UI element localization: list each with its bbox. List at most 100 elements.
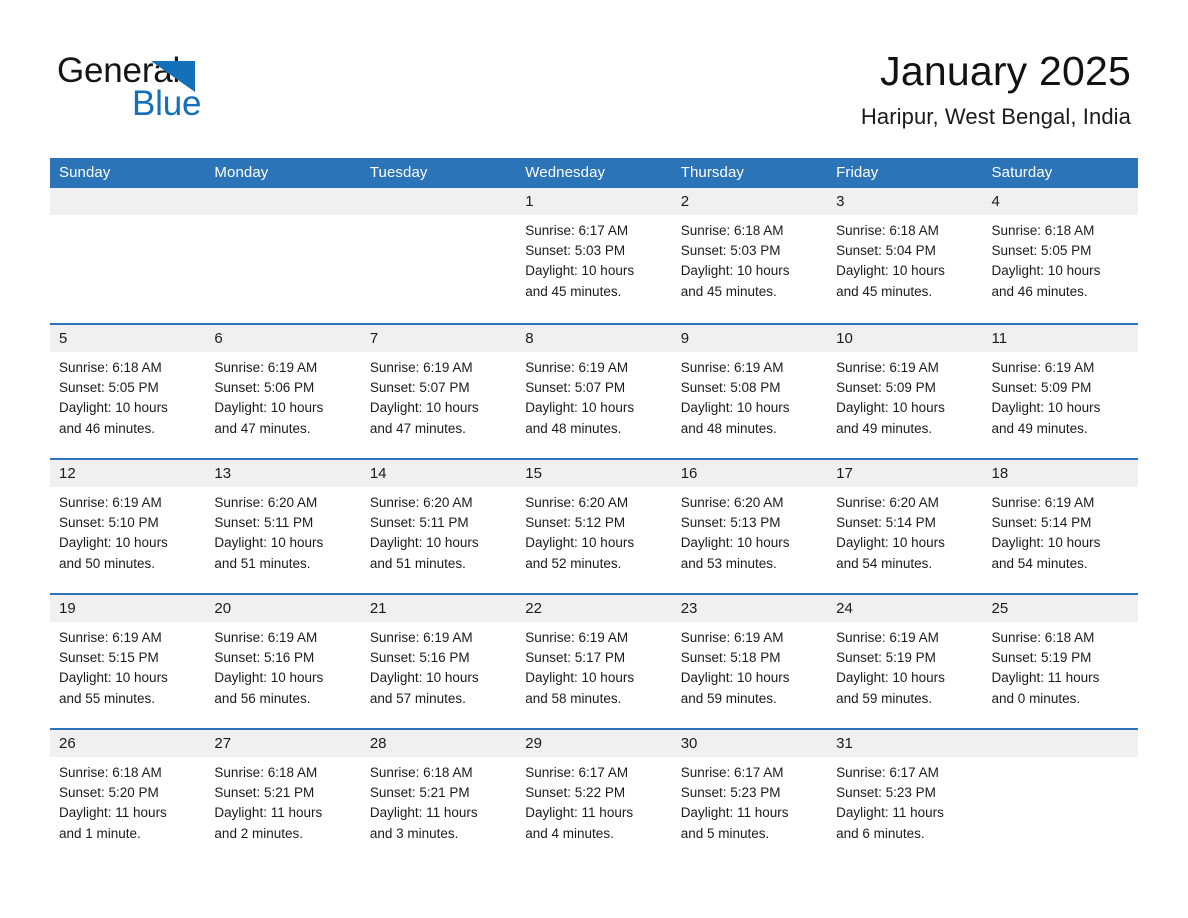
logo-text-blue: Blue bbox=[132, 84, 202, 123]
calendar-day-cell[interactable]: 30 Sunrise: 6:17 AM Sunset: 5:23 PM Dayligh… bbox=[671, 730, 828, 863]
calendar-day-cell[interactable]: 11 Sunrise: 6:19 AM Sunset: 5:09 PM Dayligh… bbox=[982, 325, 1138, 458]
calendar-week-row: 5 Sunrise: 6:18 AM Sunset: 5:05 PM Daylight… bbox=[50, 323, 1138, 458]
day-number-band: 7 bbox=[360, 325, 517, 352]
calendar-day-cell[interactable]: 16 Sunrise: 6:20 AM Sunset: 5:13 PM Dayligh… bbox=[671, 460, 828, 593]
day-number: 1 bbox=[525, 193, 534, 210]
day-number: 16 bbox=[680, 465, 698, 482]
calendar-day-cell[interactable]: 21 Sunrise: 6:19 AM Sunset: 5:16 PM Dayligh… bbox=[360, 595, 517, 728]
day-detail-line: and 53 minutes. bbox=[680, 555, 777, 571]
calendar-day-cell[interactable]: 4 Sunrise: 6:18 AM Sunset: 5:05 PM Daylight… bbox=[982, 188, 1138, 323]
day-detail-line: Daylight: 11 hours bbox=[59, 805, 167, 821]
day-detail-line: and 4 minutes. bbox=[525, 825, 614, 841]
day-detail-line: Sunset: 5:09 PM bbox=[991, 380, 1092, 396]
day-details: Sunrise: 6:19 AM Sunset: 5:09 PM Daylight:… bbox=[827, 352, 982, 439]
day-detail-line: Sunset: 5:10 PM bbox=[59, 515, 159, 531]
day-detail-line: Sunset: 5:08 PM bbox=[680, 380, 781, 396]
calendar-day-cell[interactable]: 29 Sunrise: 6:17 AM Sunset: 5:22 PM Dayligh… bbox=[516, 730, 672, 863]
calendar-day-cell[interactable]: 24 Sunrise: 6:19 AM Sunset: 5:19 PM Dayligh… bbox=[827, 595, 983, 728]
day-number-band: 8 bbox=[516, 325, 672, 352]
day-detail-line: Sunrise: 6:17 AM bbox=[680, 765, 784, 780]
day-detail-line: Sunset: 5:07 PM bbox=[525, 380, 626, 396]
calendar-day-cell[interactable]: 26 Sunrise: 6:18 AM Sunset: 5:20 PM Dayligh… bbox=[50, 730, 206, 863]
calendar-empty-cell bbox=[205, 188, 361, 323]
day-number-band: 17 bbox=[827, 460, 983, 487]
weekday-header-sunday: Sunday bbox=[59, 164, 111, 181]
calendar-day-cell[interactable]: 19 Sunrise: 6:19 AM Sunset: 5:15 PM Dayligh… bbox=[50, 595, 206, 728]
calendar-day-cell[interactable]: 7 Sunrise: 6:19 AM Sunset: 5:07 PM Daylight… bbox=[360, 325, 517, 458]
day-detail-line: Sunset: 5:23 PM bbox=[680, 785, 781, 801]
calendar-day-cell[interactable]: 2 Sunrise: 6:18 AM Sunset: 5:03 PM Daylight… bbox=[671, 188, 828, 323]
day-details: Sunrise: 6:19 AM Sunset: 5:07 PM Daylight:… bbox=[361, 352, 516, 439]
day-detail-line: Daylight: 10 hours bbox=[214, 400, 324, 416]
day-detail-line: Sunrise: 6:17 AM bbox=[836, 765, 939, 780]
calendar-day-cell[interactable]: 6 Sunrise: 6:19 AM Sunset: 5:06 PM Daylight… bbox=[205, 325, 361, 458]
day-details: Sunrise: 6:19 AM Sunset: 5:19 PM Daylight:… bbox=[827, 622, 982, 709]
generalblue-logo[interactable]: General Blue bbox=[57, 51, 317, 123]
day-details bbox=[205, 215, 360, 221]
day-number: 30 bbox=[680, 735, 698, 752]
day-detail-line: Sunset: 5:21 PM bbox=[214, 785, 315, 801]
calendar-day-cell[interactable]: 18 Sunrise: 6:19 AM Sunset: 5:14 PM Dayligh… bbox=[982, 460, 1138, 593]
calendar-day-cell[interactable]: 9 Sunrise: 6:19 AM Sunset: 5:08 PM Daylight… bbox=[671, 325, 828, 458]
calendar-day-cell[interactable]: 12 Sunrise: 6:19 AM Sunset: 5:10 PM Dayligh… bbox=[50, 460, 206, 593]
calendar-day-cell[interactable]: 13 Sunrise: 6:20 AM Sunset: 5:11 PM Dayligh… bbox=[205, 460, 361, 593]
day-number: 27 bbox=[214, 735, 232, 752]
calendar-day-cell[interactable]: 17 Sunrise: 6:20 AM Sunset: 5:14 PM Dayligh… bbox=[827, 460, 983, 593]
calendar-day-cell[interactable]: 22 Sunrise: 6:19 AM Sunset: 5:17 PM Dayligh… bbox=[516, 595, 672, 728]
day-number: 23 bbox=[680, 600, 698, 617]
day-detail-line: Daylight: 10 hours bbox=[369, 670, 479, 686]
day-number: 9 bbox=[680, 330, 690, 347]
calendar-day-cell[interactable]: 3 Sunrise: 6:18 AM Sunset: 5:04 PM Daylight… bbox=[827, 188, 983, 323]
calendar-day-cell[interactable]: 20 Sunrise: 6:19 AM Sunset: 5:16 PM Dayligh… bbox=[205, 595, 361, 728]
day-detail-line: Daylight: 10 hours bbox=[680, 670, 790, 686]
calendar-day-cell[interactable]: 25 Sunrise: 6:18 AM Sunset: 5:19 PM Dayligh… bbox=[982, 595, 1138, 728]
calendar-day-cell[interactable]: 27 Sunrise: 6:18 AM Sunset: 5:21 PM Dayligh… bbox=[205, 730, 361, 863]
day-number-band bbox=[205, 188, 361, 215]
day-number: 26 bbox=[59, 735, 76, 752]
day-number: 20 bbox=[214, 600, 232, 617]
day-details: Sunrise: 6:18 AM Sunset: 5:20 PM Daylight:… bbox=[50, 757, 205, 844]
day-detail-line: and 2 minutes. bbox=[214, 825, 303, 841]
day-detail-line: Daylight: 11 hours bbox=[836, 805, 944, 821]
day-number: 2 bbox=[680, 193, 690, 210]
day-detail-line: Sunrise: 6:19 AM bbox=[991, 495, 1095, 510]
calendar-day-cell[interactable]: 8 Sunrise: 6:19 AM Sunset: 5:07 PM Daylight… bbox=[516, 325, 672, 458]
day-number-band: 10 bbox=[827, 325, 983, 352]
calendar-day-cell[interactable]: 23 Sunrise: 6:19 AM Sunset: 5:18 PM Dayligh… bbox=[671, 595, 828, 728]
day-number-band: 9 bbox=[671, 325, 828, 352]
calendar-day-cell[interactable]: 5 Sunrise: 6:18 AM Sunset: 5:05 PM Daylight… bbox=[50, 325, 206, 458]
day-detail-line: Daylight: 10 hours bbox=[836, 263, 945, 279]
day-detail-line: Sunset: 5:03 PM bbox=[525, 243, 626, 259]
day-detail-line: Sunrise: 6:19 AM bbox=[59, 495, 162, 510]
day-number-band: 31 bbox=[827, 730, 983, 757]
day-details: Sunrise: 6:20 AM Sunset: 5:14 PM Daylight:… bbox=[827, 487, 982, 574]
day-detail-line: Daylight: 10 hours bbox=[836, 400, 945, 416]
calendar-day-cell[interactable]: 1 Sunrise: 6:17 AM Sunset: 5:03 PM Daylight… bbox=[516, 188, 672, 323]
day-detail-line: Sunrise: 6:18 AM bbox=[680, 223, 784, 238]
day-detail-line: Sunset: 5:16 PM bbox=[214, 650, 315, 666]
title-block: January 2025 Haripur, West Bengal, India bbox=[861, 46, 1131, 132]
day-detail-line: Sunrise: 6:20 AM bbox=[525, 495, 629, 510]
day-detail-line: and 6 minutes. bbox=[836, 825, 925, 841]
calendar-day-cell[interactable]: 31 Sunrise: 6:17 AM Sunset: 5:23 PM Dayligh… bbox=[827, 730, 983, 863]
day-detail-line: Sunset: 5:11 PM bbox=[214, 515, 314, 531]
day-number: 5 bbox=[59, 330, 68, 347]
day-details bbox=[50, 215, 205, 221]
day-details: Sunrise: 6:18 AM Sunset: 5:04 PM Daylight:… bbox=[827, 215, 982, 302]
day-detail-line: Sunset: 5:12 PM bbox=[525, 515, 626, 531]
day-number-band: 14 bbox=[360, 460, 517, 487]
day-detail-line: Sunrise: 6:19 AM bbox=[369, 630, 473, 645]
calendar-day-cell[interactable]: 28 Sunrise: 6:18 AM Sunset: 5:21 PM Dayligh… bbox=[360, 730, 517, 863]
calendar-day-cell[interactable]: 10 Sunrise: 6:19 AM Sunset: 5:09 PM Dayligh… bbox=[827, 325, 983, 458]
day-number-band: 29 bbox=[516, 730, 672, 757]
calendar-day-cell[interactable]: 14 Sunrise: 6:20 AM Sunset: 5:11 PM Dayligh… bbox=[360, 460, 517, 593]
day-details: Sunrise: 6:17 AM Sunset: 5:23 PM Daylight:… bbox=[827, 757, 982, 844]
day-detail-line: Daylight: 10 hours bbox=[59, 535, 168, 551]
calendar-day-cell[interactable]: 15 Sunrise: 6:20 AM Sunset: 5:12 PM Dayligh… bbox=[516, 460, 672, 593]
day-details: Sunrise: 6:17 AM Sunset: 5:03 PM Daylight:… bbox=[516, 215, 671, 302]
day-number-band: 25 bbox=[982, 595, 1138, 622]
day-detail-line: and 47 minutes. bbox=[369, 420, 466, 436]
day-number: 18 bbox=[991, 465, 1009, 482]
day-detail-line: Sunrise: 6:19 AM bbox=[369, 360, 473, 375]
day-detail-line: Sunrise: 6:19 AM bbox=[680, 360, 784, 375]
